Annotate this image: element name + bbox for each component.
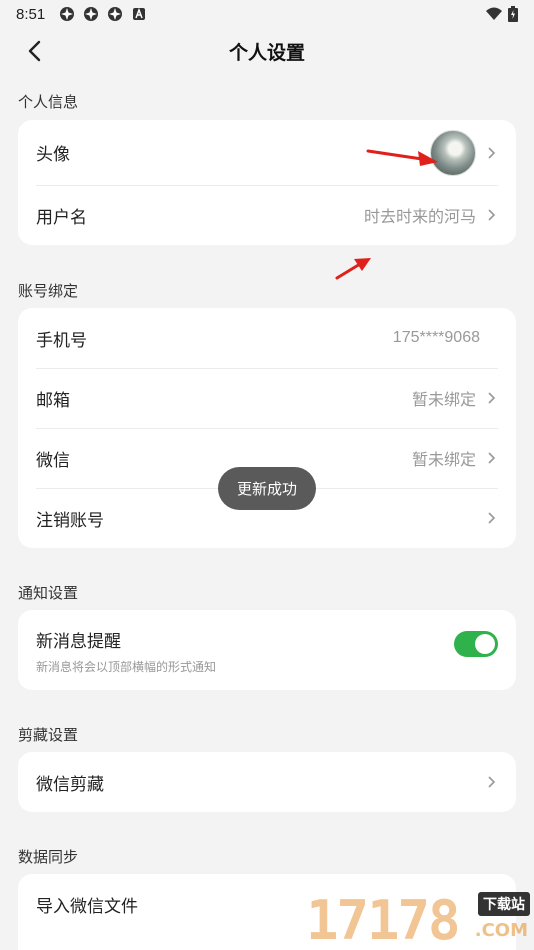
toggle-knob [475, 634, 495, 654]
section-label-sync: 数据同步 [18, 848, 79, 866]
status-bar: 8:51 [0, 0, 534, 28]
section-label-notify: 通知设置 [18, 584, 79, 602]
annotation-arrow-icon [366, 149, 438, 166]
phone-value: 175****9068 [392, 329, 480, 346]
app-icon [84, 7, 99, 21]
chevron-right-icon [488, 452, 496, 464]
chevron-right-icon [488, 512, 496, 524]
app-icon [108, 7, 123, 21]
watermark-suffix: .COM [474, 920, 528, 941]
watermark-logo: 17178 下载站 .COM [306, 886, 534, 950]
new-message-label: 新消息提醒 [36, 632, 121, 652]
email-label: 邮箱 [36, 390, 70, 411]
email-value: 暂未绑定 [411, 390, 476, 409]
chevron-right-icon [488, 209, 496, 221]
watermark-digits: 17178 [306, 889, 461, 950]
status-right-icons [486, 6, 518, 22]
row-username[interactable]: 用户名 时去时来的河马 [18, 185, 516, 245]
status-notification-icons [59, 6, 147, 22]
wifi-icon [486, 7, 502, 20]
section-label-account: 账号绑定 [18, 282, 79, 300]
row-email[interactable]: 邮箱 暂未绑定 [18, 368, 516, 428]
app-icon [60, 7, 75, 21]
section-label-personal: 个人信息 [18, 93, 79, 111]
username-label: 用户名 [36, 207, 87, 228]
toast: 更新成功 [218, 467, 316, 510]
phone-label: 手机号 [36, 330, 87, 351]
new-message-toggle[interactable] [454, 631, 498, 657]
watermark-badge: 下载站 [478, 892, 530, 916]
chevron-right-icon [488, 776, 496, 788]
chevron-left-icon[interactable] [24, 38, 48, 64]
wechat-value: 暂未绑定 [411, 450, 476, 469]
cancel-account-label: 注销账号 [36, 510, 104, 531]
row-wechat-clip[interactable]: 微信剪藏 [18, 752, 516, 812]
chevron-right-icon [488, 392, 496, 404]
wechat-label: 微信 [36, 450, 70, 471]
username-value: 时去时来的河马 [363, 207, 476, 226]
card-account: 手机号 175****9068 邮箱 暂未绑定 微信 暂未绑定 注销账号 [18, 308, 516, 548]
row-avatar[interactable]: 头像 [18, 120, 516, 185]
nav-bar: 个人设置 [0, 28, 534, 74]
new-message-text: 新消息提醒 新消息将会以顶部横幅的形式通知 [36, 627, 216, 675]
card-notify: 新消息提醒 新消息将会以顶部横幅的形式通知 [18, 610, 516, 690]
row-new-message: 新消息提醒 新消息将会以顶部横幅的形式通知 [18, 610, 516, 690]
card-personal: 头像 用户名 时去时来的河马 [18, 120, 516, 245]
row-phone: 手机号 175****9068 [18, 308, 516, 368]
page-title: 个人设置 [228, 41, 305, 64]
avatar-label: 头像 [36, 145, 70, 165]
import-wechat-file-label: 导入微信文件 [36, 896, 138, 917]
chevron-right-icon [488, 146, 496, 159]
wechat-clip-label: 微信剪藏 [36, 774, 104, 795]
status-time: 8:51 [16, 5, 46, 23]
new-message-subtitle: 新消息将会以顶部横幅的形式通知 [36, 660, 217, 674]
a-icon [133, 7, 146, 20]
card-clip: 微信剪藏 [18, 752, 516, 812]
annotation-arrow-icon [335, 258, 371, 280]
battery-icon [508, 6, 518, 22]
section-label-clip: 剪藏设置 [18, 726, 79, 744]
